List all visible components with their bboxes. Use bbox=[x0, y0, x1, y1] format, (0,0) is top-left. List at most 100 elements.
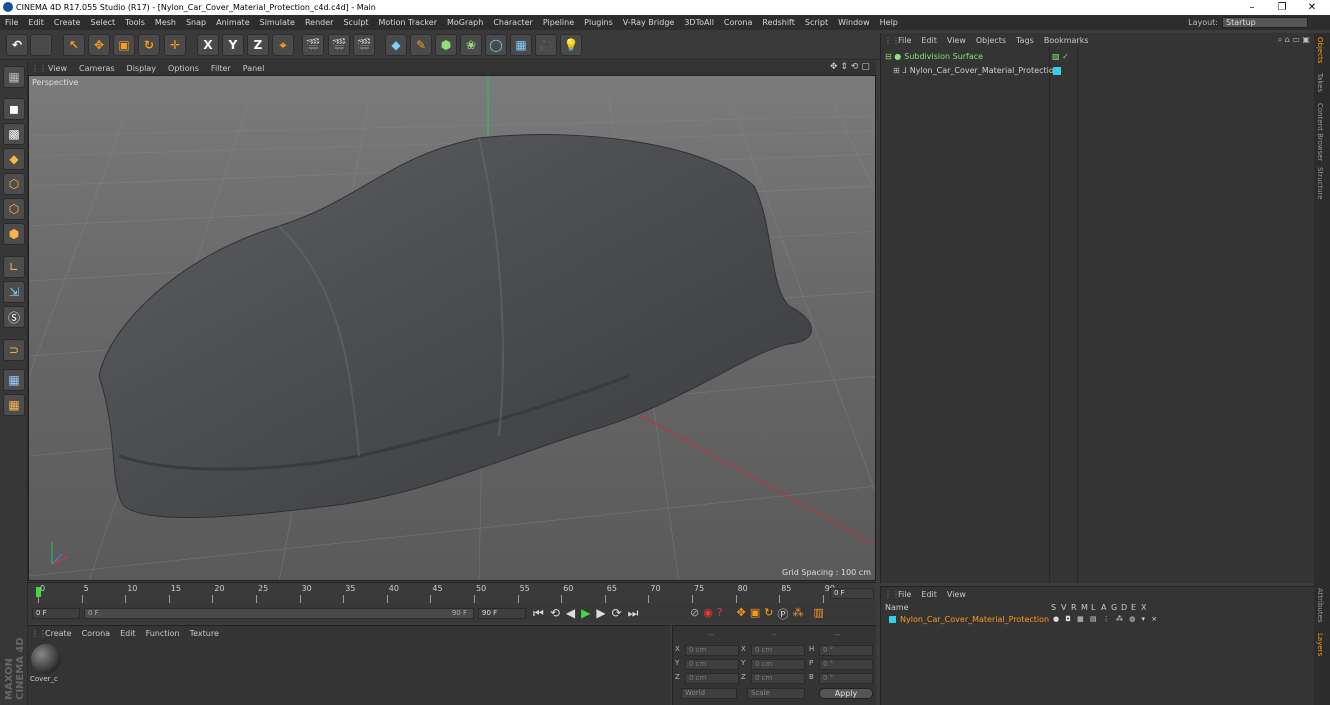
floor-icon[interactable]: ▦ bbox=[510, 34, 532, 56]
cloner-icon[interactable]: ❀ bbox=[460, 34, 482, 56]
live-select-icon[interactable]: ✛ bbox=[164, 34, 186, 56]
menu-v-ray-bridge[interactable]: V-Ray Bridge bbox=[618, 18, 680, 27]
layer-menu-edit[interactable]: Edit bbox=[916, 590, 942, 599]
cube-icon[interactable]: ◆ bbox=[385, 34, 407, 56]
object-menu-objects[interactable]: Objects bbox=[971, 36, 1011, 45]
layer-column-name[interactable]: Name bbox=[885, 603, 909, 612]
timeline-ruler[interactable]: 051015202530354045505560657075808590 0 F bbox=[28, 582, 876, 604]
menu-pipeline[interactable]: Pipeline bbox=[538, 18, 579, 27]
planar-workplane-icon[interactable]: ▦ bbox=[3, 394, 25, 416]
menu-sculpt[interactable]: Sculpt bbox=[338, 18, 373, 27]
menu-create[interactable]: Create bbox=[49, 18, 86, 27]
x-axis-icon[interactable]: X bbox=[197, 34, 219, 56]
undo-icon[interactable]: ↶ bbox=[6, 34, 28, 56]
menu-file[interactable]: File bbox=[0, 18, 23, 27]
viewport-menu-view[interactable]: View bbox=[42, 64, 73, 73]
minimize-button[interactable]: – bbox=[1237, 0, 1267, 15]
menu-help[interactable]: Help bbox=[875, 18, 903, 27]
menu-render[interactable]: Render bbox=[300, 18, 338, 27]
select-icon[interactable]: ↖ bbox=[63, 34, 85, 56]
play-icon[interactable]: ▶ bbox=[581, 606, 590, 621]
side-tab-takes[interactable]: Takes bbox=[1316, 73, 1324, 92]
coord-size-field[interactable]: 0 cm bbox=[751, 659, 805, 670]
viewport-menu-cameras[interactable]: Cameras bbox=[73, 64, 121, 73]
autokey-icon[interactable]: ? bbox=[717, 606, 723, 622]
coord-rotation-field[interactable]: 0 ° bbox=[819, 673, 873, 684]
side-tab-layers[interactable]: Layers bbox=[1316, 633, 1324, 656]
scale-icon[interactable]: ▣ bbox=[113, 34, 135, 56]
coordinate-system-icon[interactable]: ⌖ bbox=[272, 34, 294, 56]
menu-snap[interactable]: Snap bbox=[181, 18, 211, 27]
prev-frame-icon[interactable]: ◀ bbox=[566, 606, 575, 621]
menu-plugins[interactable]: Plugins bbox=[579, 18, 618, 27]
light-icon[interactable]: 💡 bbox=[560, 34, 582, 56]
tweak-icon[interactable]: ⇲ bbox=[3, 281, 25, 303]
object-row-subdivision[interactable]: ⊟ ● Subdivision Surface bbox=[885, 52, 983, 61]
close-button[interactable]: ✕ bbox=[1297, 0, 1327, 15]
material-menu-corona[interactable]: Corona bbox=[77, 629, 115, 638]
menu-window[interactable]: Window bbox=[833, 18, 875, 27]
end-frame-field[interactable]: 90 F bbox=[478, 608, 526, 619]
texture-mode-icon[interactable]: ▩ bbox=[3, 123, 25, 145]
object-menu-view[interactable]: View bbox=[942, 36, 971, 45]
coord-position-field[interactable]: 0 cm bbox=[685, 659, 739, 670]
start-frame-field[interactable]: 0 F bbox=[32, 608, 80, 619]
viewport-nav-icons[interactable]: ✥ ⇕ ⟲ ▢ bbox=[830, 62, 870, 72]
move-icon[interactable]: ✥ bbox=[88, 34, 110, 56]
next-frame-icon[interactable]: ▶ bbox=[596, 606, 605, 621]
material-swatch[interactable] bbox=[31, 644, 61, 674]
side-tab-structure[interactable]: Structure bbox=[1316, 167, 1324, 200]
coord-size-field[interactable]: 0 cm bbox=[751, 673, 805, 684]
object-menu-tags[interactable]: Tags bbox=[1011, 36, 1039, 45]
side-tab-attributes[interactable]: Attributes bbox=[1316, 588, 1324, 623]
menu-tools[interactable]: Tools bbox=[120, 18, 150, 27]
current-frame-field[interactable]: 0 F bbox=[830, 588, 874, 599]
object-manager-tools[interactable]: ⌕ ⌂ ▭ ▣ bbox=[1278, 35, 1310, 45]
menu-character[interactable]: Character bbox=[488, 18, 538, 27]
layer-column-r[interactable]: R bbox=[1071, 603, 1077, 612]
layer-toggles[interactable]: ● ◘ ▦ ▤ ⋮ ⁂ ◍ ▾ ⨯ bbox=[1053, 615, 1159, 623]
layout-selector[interactable]: Layout: Startup bbox=[1188, 17, 1308, 28]
material-menu-function[interactable]: Function bbox=[141, 629, 185, 638]
object-mode-icon[interactable]: ◼ bbox=[3, 98, 25, 120]
snap-icon[interactable]: Ⓢ bbox=[3, 306, 25, 328]
magnet-icon[interactable]: ⊃ bbox=[3, 339, 25, 361]
menu-3dtoall[interactable]: 3DToAll bbox=[679, 18, 719, 27]
layer-column-s[interactable]: S bbox=[1051, 603, 1056, 612]
render-view-icon[interactable]: 🎬 bbox=[302, 34, 324, 56]
menu-redshift[interactable]: Redshift bbox=[757, 18, 799, 27]
material-name[interactable]: Cover_c bbox=[30, 675, 58, 683]
side-tab-content-browser[interactable]: Content Browser bbox=[1316, 103, 1324, 161]
camera-icon[interactable]: 🎥 bbox=[535, 34, 557, 56]
layer-column-a[interactable]: A bbox=[1101, 603, 1106, 612]
layer-name[interactable]: Nylon_Car_Cover_Material_Protection bbox=[900, 615, 1049, 624]
viewport-menu-panel[interactable]: Panel bbox=[237, 64, 271, 73]
object-menu-bookmarks[interactable]: Bookmarks bbox=[1039, 36, 1094, 45]
render-settings-icon[interactable]: 🎬 bbox=[353, 34, 375, 56]
coord-rotation-field[interactable]: 0 ° bbox=[819, 645, 873, 656]
layer-color-tag[interactable] bbox=[1053, 67, 1061, 75]
record-icon[interactable]: ◉ bbox=[703, 606, 713, 622]
layer-color-swatch[interactable] bbox=[889, 616, 896, 623]
object-menu-edit[interactable]: Edit bbox=[916, 36, 942, 45]
layer-column-l[interactable]: L bbox=[1091, 603, 1095, 612]
menu-script[interactable]: Script bbox=[800, 18, 833, 27]
z-axis-icon[interactable]: Z bbox=[247, 34, 269, 56]
mode-model-icon[interactable]: ▦ bbox=[3, 66, 25, 88]
object-name[interactable]: Nylon_Car_Cover_Material_Protection bbox=[910, 66, 1059, 75]
record-off-icon[interactable]: ⊘ bbox=[690, 606, 699, 622]
lock-workplane-icon[interactable]: ▦ bbox=[3, 369, 25, 391]
material-menu-edit[interactable]: Edit bbox=[115, 629, 141, 638]
layer-column-m[interactable]: M bbox=[1081, 603, 1088, 612]
coord-rotation-field[interactable]: 0 ° bbox=[819, 659, 873, 670]
menu-animate[interactable]: Animate bbox=[211, 18, 255, 27]
layer-menu-file[interactable]: File bbox=[893, 590, 916, 599]
coord-position-field[interactable]: 0 cm bbox=[685, 645, 739, 656]
redo-icon[interactable] bbox=[30, 34, 52, 56]
material-menu-create[interactable]: Create bbox=[40, 629, 77, 638]
restore-button[interactable]: ❐ bbox=[1267, 0, 1297, 15]
coord-scale-dropdown[interactable]: Scale bbox=[747, 688, 805, 699]
menu-motion-tracker[interactable]: Motion Tracker bbox=[373, 18, 442, 27]
edges-mode-icon[interactable]: ⬡ bbox=[3, 198, 25, 220]
layer-column-x[interactable]: X bbox=[1141, 603, 1146, 612]
